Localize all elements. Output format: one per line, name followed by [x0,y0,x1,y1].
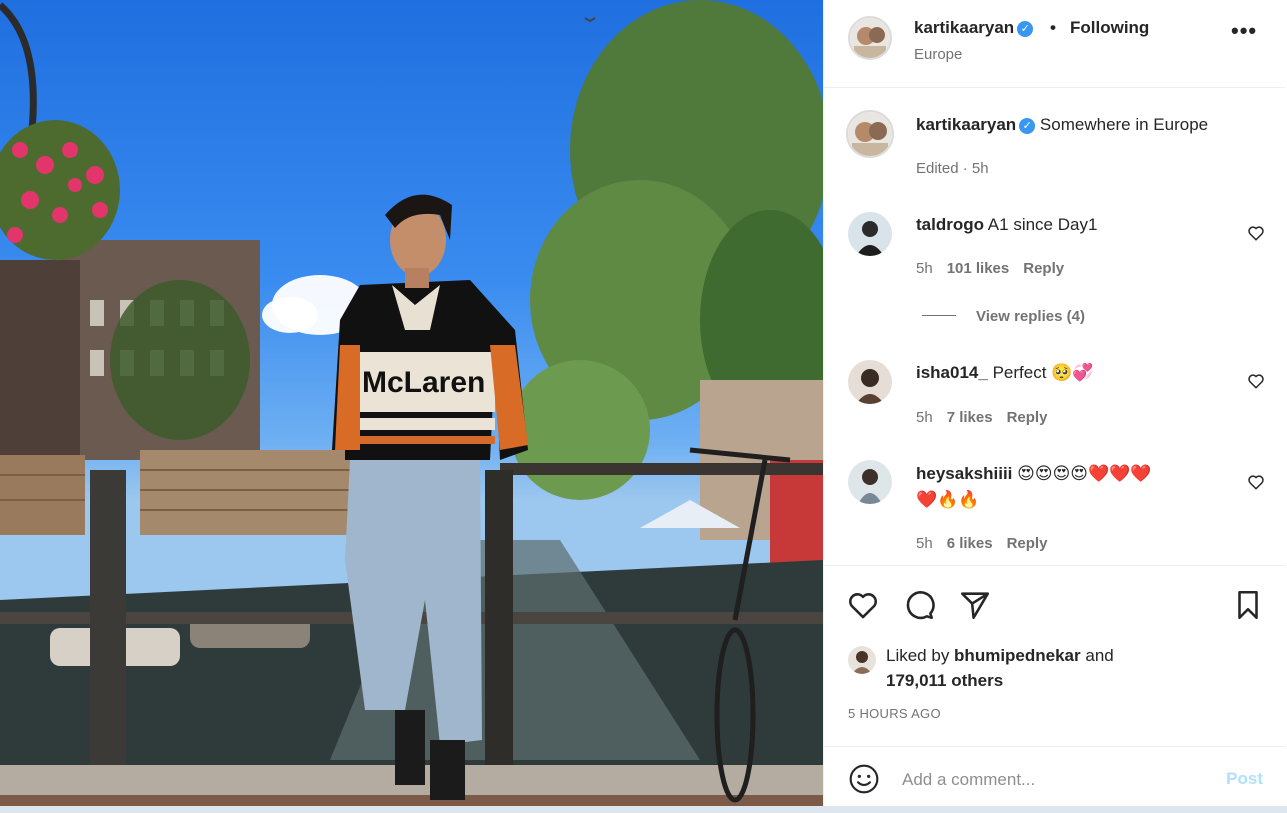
save-bookmark-icon[interactable] [1231,588,1265,622]
caption-avatar[interactable] [846,110,894,158]
comment-meta: 5h 7 likes Reply [916,409,1061,426]
post-side-panel: kartikaaryan ✓ • Following Europe ••• kar… [823,0,1285,806]
comment-time: 5h [916,535,933,552]
header-separator: • [1050,18,1056,37]
reply-button[interactable]: Reply [1007,535,1048,552]
like-heart-icon[interactable] [846,588,880,622]
view-replies-label: View replies (4) [976,308,1085,325]
comment-likes[interactable]: 7 likes [947,409,993,426]
comment-line: isha014_ Perfect 🥺💞 [916,360,1094,386]
comment-input[interactable] [902,765,1202,795]
author-username[interactable]: kartikaaryan [914,18,1014,37]
comment-username[interactable]: isha014_ [916,363,988,382]
post-actions: Liked by bhumipednekar and 179,011 other… [824,566,1285,746]
caption-text: Somewhere in Europe [1039,115,1209,134]
verified-badge-icon: ✓ [1017,21,1034,37]
caption-edited: Edited · 5h [916,160,989,177]
comment-line: taldrogo A1 since Day1 [916,212,1097,238]
liked-by-conjunction: and [1080,646,1114,665]
replies-divider [922,315,956,316]
emoji-smile-icon[interactable] [848,763,880,795]
reply-button[interactable]: Reply [1007,409,1048,426]
comment-time: 5h [916,409,933,426]
post-header: kartikaaryan ✓ • Following Europe ••• [824,0,1285,88]
shirt-logo-text: McLaren [362,366,485,399]
like-comment-heart-icon[interactable] [1247,224,1265,242]
caption-username[interactable]: kartikaaryan [916,115,1016,134]
post-timestamp[interactable]: 5 HOURS AGO [848,706,941,721]
comment-time: 5h [916,260,933,277]
post-comment-button[interactable]: Post [1226,769,1263,789]
comment-text: A1 since Day1 [987,215,1098,234]
verified-badge-icon: ✓ [1019,118,1036,134]
comment-meta: 5h 6 likes Reply [916,535,1061,552]
like-comment-heart-icon[interactable] [1247,372,1265,390]
comment-username[interactable]: taldrogo [916,215,984,234]
author-avatar[interactable] [848,16,892,60]
comment-text: Perfect 🥺💞 [992,363,1094,382]
post-location[interactable]: Europe [914,46,962,63]
add-comment-bar: Post [824,746,1285,806]
post-photo[interactable]: McLaren [0,0,823,806]
comment-avatar-heysakshiiii[interactable] [848,460,892,504]
comment-meta: 5h 101 likes Reply [916,260,1078,277]
share-paper-plane-icon[interactable] [958,588,992,622]
like-comment-heart-icon[interactable] [1247,473,1265,491]
likes-count[interactable]: 179,011 others [886,671,1003,691]
view-replies-button[interactable]: View replies (4) [922,308,1085,325]
liked-by-line: Liked by bhumipednekar and [886,646,1114,666]
comment-avatar-taldrogo[interactable] [848,212,892,256]
comment-username[interactable]: heysakshiiii [916,464,1012,483]
liker-username[interactable]: bhumipednekar [954,646,1081,665]
liked-by-prefix: Liked by [886,646,955,665]
comment-line: heysakshiiii 😍😍😍😍❤️❤️❤️ ❤️🔥🔥 [916,461,1216,513]
caption-line: kartikaaryan ✓ Somewhere in Europe [916,112,1208,138]
liker-avatar[interactable] [848,646,876,674]
comment-likes[interactable]: 6 likes [947,535,993,552]
comments-section[interactable]: kartikaaryan ✓ Somewhere in Europe Edited… [824,88,1285,566]
photo-scene: McLaren [0,0,823,806]
following-button[interactable]: Following [1070,18,1149,38]
comment-text: 😍😍😍😍❤️❤️❤️ [1017,464,1152,483]
window-bottom-edge [0,806,1287,813]
comment-bubble-icon[interactable] [902,588,936,622]
more-options-icon[interactable]: ••• [1231,20,1257,46]
author-username-row[interactable]: kartikaaryan ✓ [914,18,1034,38]
comment-text-continued: ❤️🔥🔥 [916,490,980,509]
comment-likes[interactable]: 101 likes [947,260,1010,277]
reply-button[interactable]: Reply [1023,260,1064,277]
comment-avatar-isha014_[interactable] [848,360,892,404]
